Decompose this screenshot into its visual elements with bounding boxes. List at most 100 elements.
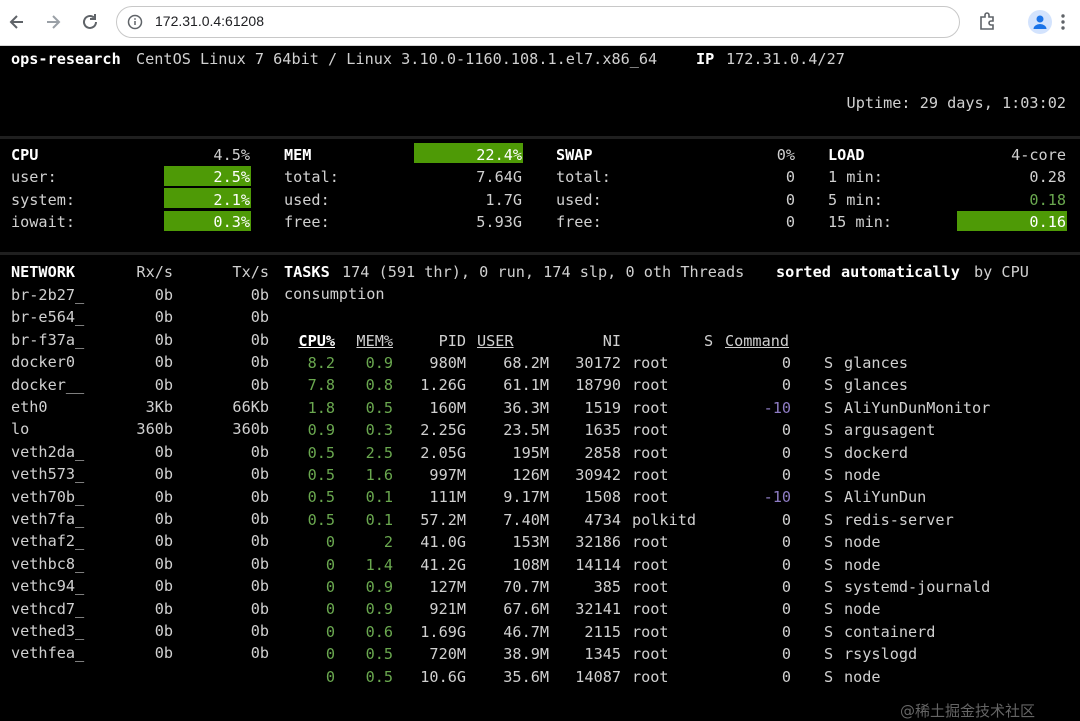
network-rx-value: 0b: [154, 577, 173, 596]
col-pid[interactable]: PID: [420, 332, 466, 350]
site-info-icon[interactable]: [127, 14, 143, 30]
proc-user: root: [632, 398, 669, 417]
proc-res: 67.6M: [503, 600, 549, 619]
network-rx-value: 0b: [154, 353, 173, 372]
swap-free-value: 0: [785, 213, 795, 231]
proc-virt: 127M: [429, 578, 466, 596]
mem-total-label: total:: [284, 168, 339, 186]
network-tx-value: 0b: [250, 622, 269, 640]
network-tx-value: 0b: [250, 442, 269, 461]
network-interface-name: vethaf2_: [11, 532, 85, 551]
proc-res: 36.3M: [503, 398, 549, 417]
proc-status: S: [824, 398, 834, 417]
proc-res: 108M: [512, 555, 549, 574]
network-interface-name: veth70b_: [11, 487, 85, 506]
proc-nice: 0: [781, 622, 791, 641]
network-interface-name: br-f37a_: [11, 330, 85, 349]
col-ni[interactable]: NI: [580, 332, 621, 350]
proc-pid: 32186: [575, 533, 621, 552]
tasks-by: by CPU: [974, 263, 1029, 281]
cpu-total: 4.5%: [213, 146, 250, 164]
network-rx-value: 0b: [154, 308, 173, 327]
hostname: ops-research: [11, 50, 121, 68]
proc-cpu: 0.5: [307, 488, 335, 507]
address-bar[interactable]: 172.31.0.4:61208: [116, 6, 960, 38]
network-interface-name: veth7fa_: [11, 510, 85, 528]
profile-icon[interactable]: [1028, 10, 1052, 34]
proc-virt: 160M: [429, 398, 466, 417]
proc-pid: 18790: [575, 376, 621, 395]
proc-cpu: 1.8: [307, 398, 335, 417]
proc-virt: 1.69G: [420, 622, 466, 641]
network-tx-value: 0b: [250, 487, 269, 506]
proc-command: AliYunDunMonitor: [844, 398, 991, 417]
proc-user: root: [632, 443, 669, 462]
network-tx-value: 0b: [250, 599, 269, 618]
col-user[interactable]: USER: [477, 332, 514, 350]
back-arrow-icon[interactable]: [3, 8, 31, 36]
network-rx-value: 0b: [154, 286, 173, 304]
proc-res: 70.7M: [503, 578, 549, 596]
proc-pid: 385: [593, 578, 621, 596]
proc-nice: 0: [781, 443, 791, 462]
network-tx-value: 0b: [250, 286, 269, 304]
tasks-consumption: consumption: [284, 285, 385, 303]
network-tx-value: 0b: [250, 465, 269, 484]
proc-res: 195M: [512, 443, 549, 462]
proc-nice: 0: [781, 555, 791, 574]
tasks-label: TASKS: [284, 263, 330, 281]
proc-user: root: [632, 578, 669, 596]
proc-user: root: [632, 533, 669, 552]
proc-mem: 0.1: [365, 510, 393, 529]
proc-mem: 1.4: [365, 555, 393, 574]
proc-virt: 720M: [429, 645, 466, 664]
network-rx-value: 0b: [154, 510, 173, 528]
cpu-user-value: 2.5%: [213, 168, 250, 186]
uptime: Uptime: 29 days, 1:03:02: [846, 94, 1066, 112]
proc-res: 126M: [512, 466, 549, 484]
proc-command: dockerd: [844, 443, 909, 462]
swap-total-value: 0: [785, 168, 795, 186]
col-cpu-percent[interactable]: CPU%: [280, 332, 335, 350]
reload-icon[interactable]: [76, 8, 104, 36]
proc-pid: 2858: [584, 443, 621, 462]
proc-pid: 14114: [575, 555, 621, 574]
proc-user: root: [632, 645, 669, 664]
swap-used-value: 0: [785, 191, 795, 209]
col-mem-percent[interactable]: MEM%: [340, 332, 393, 350]
menu-icon[interactable]: [1060, 11, 1066, 33]
network-interface-name: vethbc8_: [11, 554, 85, 573]
proc-status: S: [824, 578, 834, 596]
proc-nice: -10: [763, 398, 791, 417]
col-status[interactable]: S: [704, 332, 713, 350]
proc-user: polkitd: [632, 510, 697, 529]
network-tx-value: 0b: [250, 554, 269, 573]
proc-virt: 2.05G: [420, 443, 466, 462]
col-command[interactable]: Command: [725, 332, 789, 350]
network-tx-header: Tx/s: [232, 263, 269, 281]
proc-virt: 921M: [429, 600, 466, 619]
network-tx-value: 0b: [250, 308, 269, 327]
network-rx-value: 0b: [154, 554, 173, 573]
network-interface-name: docker__: [11, 375, 85, 394]
proc-command: node: [844, 555, 881, 574]
extensions-icon[interactable]: [976, 9, 1000, 33]
proc-user: root: [632, 421, 669, 440]
network-rx-value: 3Kb: [145, 398, 173, 416]
ip-label: IP: [696, 50, 715, 68]
network-interface-name: eth0: [11, 398, 48, 416]
network-interface-name: docker0: [11, 353, 76, 372]
network-interface-name: vethc94_: [11, 577, 85, 596]
proc-mem: 2.5: [365, 443, 393, 462]
proc-command: node: [844, 533, 881, 552]
proc-virt: 41.0G: [420, 533, 466, 552]
forward-arrow-icon[interactable]: [39, 8, 67, 36]
network-tx-value: 66Kb: [232, 398, 269, 416]
glances-terminal: ops-research CentOS Linux 7 64bit / Linu…: [0, 46, 1080, 720]
network-tx-value: 0b: [250, 577, 269, 596]
network-tx-value: 0b: [250, 330, 269, 349]
tasks-sorted: sorted: [776, 263, 831, 281]
url-text[interactable]: 172.31.0.4:61208: [155, 13, 264, 29]
proc-cpu: 0.9: [307, 421, 335, 440]
proc-res: 46.7M: [503, 622, 549, 641]
